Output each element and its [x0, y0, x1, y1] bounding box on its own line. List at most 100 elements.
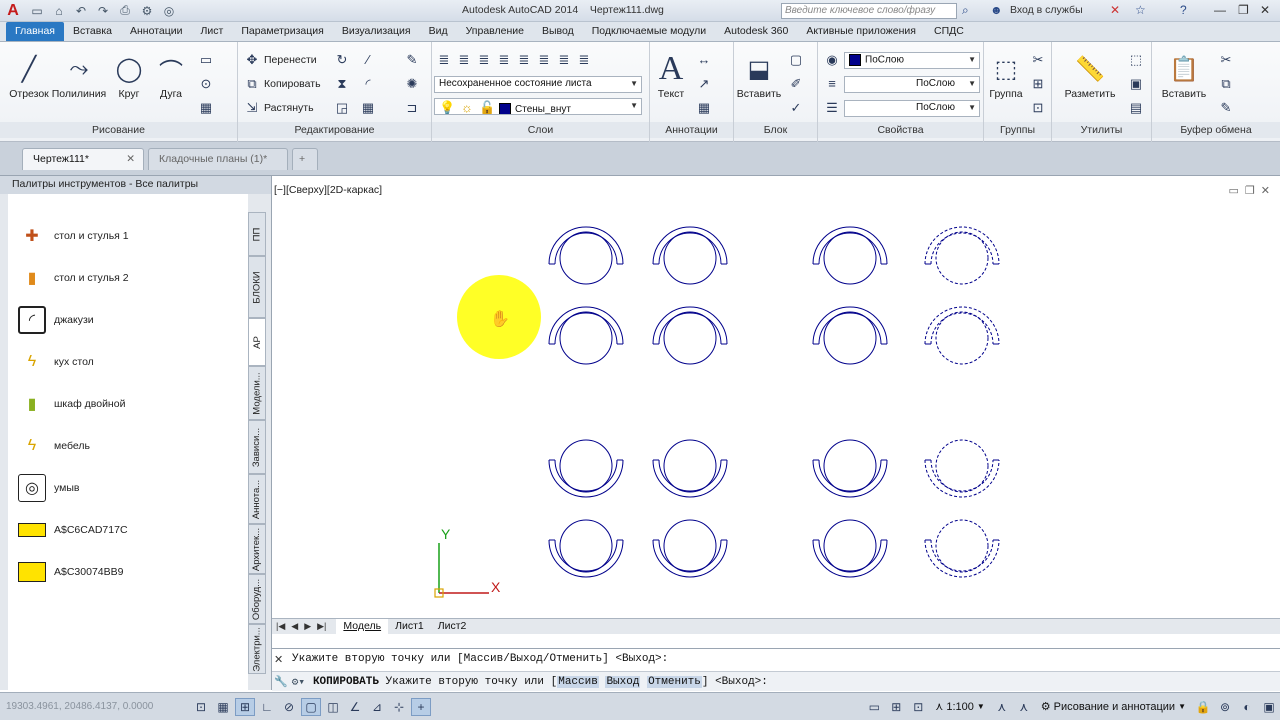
coordinates-readout[interactable]: 19303.4961, 20486.4137, 0.0000 [0, 701, 190, 712]
list-item[interactable]: ◜ джакузи [18, 302, 94, 338]
text-button[interactable]: A Текст [650, 50, 692, 100]
open-icon[interactable]: ⌂ [50, 3, 68, 19]
chair-symbol[interactable] [652, 306, 728, 365]
otrack-icon[interactable]: ∠ [345, 698, 365, 716]
palette-tab[interactable]: Зависи... [248, 420, 266, 474]
drawing-canvas[interactable]: [−][Сверху][2D-каркас] ▭ ❐ ✕ ✋ Y X [272, 176, 1280, 618]
autoscale-icon[interactable]: ⋏ [1014, 698, 1034, 716]
chair-symbol[interactable] [924, 519, 1000, 578]
erase-icon[interactable]: ✎ [404, 52, 424, 68]
command-line[interactable]: 🔧 ⚙▾ КОПИРОВАТЬ Укажите вторую точку или… [272, 671, 1280, 691]
properties-panel-title[interactable]: Свойства [818, 122, 983, 138]
measure-button[interactable]: 📏 Разметить [1058, 50, 1122, 101]
group-edit-icon[interactable]: ⊞ [1030, 76, 1050, 92]
linetype-dropdown[interactable]: ПоСлою [844, 76, 980, 93]
tab-model[interactable]: Модель [336, 619, 389, 634]
tab-sheet2[interactable]: Лист2 [431, 619, 474, 634]
list-item[interactable]: A$C6CAD717C [18, 512, 128, 548]
list-item[interactable]: ✚ стол и стулья 1 [18, 218, 128, 254]
osnap-icon[interactable]: ▢ [301, 697, 321, 716]
tab-plugins[interactable]: Подключаемые модули [583, 22, 715, 41]
layer-dropdown[interactable]: 💡 ☼ 🔓 Стены_внут [434, 98, 642, 115]
hardware-accel-icon[interactable]: ⊚ [1215, 698, 1235, 716]
arc-button[interactable]: ⌒ Дуга [142, 50, 200, 101]
move-button[interactable]: ✥ Перенести [244, 52, 317, 68]
calculator-icon[interactable]: ▤ [1128, 100, 1148, 116]
list-item[interactable]: ◎ умыв [18, 470, 79, 506]
tab-manage[interactable]: Управление [457, 22, 533, 41]
plot-icon[interactable]: ⎙ [116, 3, 134, 19]
palette-tab[interactable]: ПП [248, 212, 266, 256]
close-cmd-icon[interactable]: ✕ [274, 653, 283, 666]
edit-block-icon[interactable]: ✐ [788, 76, 808, 92]
palette-tab[interactable]: Электри... [248, 624, 266, 674]
close-tab-icon[interactable]: ✕ [126, 153, 135, 165]
app-logo-icon[interactable]: A [0, 0, 26, 22]
model-space-icon[interactable]: ▭ [864, 698, 884, 716]
minimize-icon[interactable]: — [1214, 3, 1226, 17]
chair-symbol[interactable] [812, 439, 888, 498]
chair-symbol[interactable] [812, 519, 888, 578]
block-panel-title[interactable]: Блок [734, 122, 817, 138]
new-tab-icon[interactable]: + [292, 148, 318, 170]
lock-icon[interactable]: 🔒 [1193, 698, 1213, 716]
tab-view[interactable]: Вид [420, 22, 457, 41]
edit-attr-icon[interactable]: ✓ [788, 100, 808, 116]
block-insert-button[interactable]: ⬓ Вставить [734, 50, 784, 101]
list-item[interactable]: ϟ кух стол [18, 344, 94, 380]
scale-icon[interactable]: ◲ [334, 100, 354, 116]
close-icon[interactable]: ✕ [1260, 3, 1270, 17]
palette-title[interactable]: Палитры инструментов - Все палитры [0, 176, 271, 194]
quick-select-icon[interactable]: ⬚ [1128, 52, 1148, 68]
signin-link[interactable]: Вход в службы [1010, 4, 1083, 16]
user-icon[interactable]: ☻ [990, 3, 1003, 17]
doc-tab-active[interactable]: Чертеж111* ✕ [22, 148, 144, 170]
draw-panel-title[interactable]: Рисование [0, 122, 237, 138]
new-icon[interactable]: ▭ [28, 3, 46, 19]
tab-annotate[interactable]: Аннотации [121, 22, 192, 41]
layers-panel-title[interactable]: Слои [432, 122, 649, 138]
lwt-icon[interactable]: + [411, 697, 431, 716]
dyn-icon[interactable]: ⊹ [389, 698, 409, 716]
fillet-icon[interactable]: ◜ [360, 76, 380, 92]
match-icon[interactable]: ✎ [1218, 100, 1238, 116]
select-all-icon[interactable]: ▣ [1128, 76, 1148, 92]
nav-last-icon[interactable]: ▶| [317, 621, 326, 632]
chair-symbol[interactable] [548, 226, 624, 285]
tab-render[interactable]: Визуализация [333, 22, 420, 41]
layer-icon[interactable]: ◎ [160, 3, 178, 19]
tab-insert[interactable]: Вставка [64, 22, 121, 41]
palette-tab[interactable]: Аннота... [248, 474, 266, 524]
undo-icon[interactable]: ↶ [72, 3, 90, 19]
group-button[interactable]: ⬚ Группа [984, 50, 1028, 101]
annotation-visibility-icon[interactable]: ⋏ [992, 698, 1012, 716]
grid-icon[interactable]: ▦ [213, 698, 233, 716]
paste-button[interactable]: 📋 Вставить [1156, 50, 1212, 101]
restore-icon[interactable]: ❐ [1238, 3, 1249, 17]
nav-next-icon[interactable]: ▶ [304, 621, 311, 632]
chair-symbol[interactable] [652, 439, 728, 498]
leader-icon[interactable]: ↗ [696, 76, 716, 92]
copy-button[interactable]: ⧉ Копировать [244, 76, 320, 92]
polar-icon[interactable]: ⊘ [279, 698, 299, 716]
match-properties-icon[interactable]: ◉ [824, 52, 844, 68]
palette-tab[interactable]: Оборуд... [248, 574, 266, 624]
exchange-icon[interactable]: ✕ [1110, 3, 1120, 17]
star-icon[interactable]: ☆ [1135, 3, 1146, 17]
palette-tab[interactable]: БЛОКИ [248, 256, 266, 318]
tab-output[interactable]: Вывод [533, 22, 583, 41]
cut-icon[interactable]: ✂ [1218, 52, 1238, 68]
chair-symbol[interactable] [652, 226, 728, 285]
hatch-icon[interactable]: ⊙ [198, 76, 218, 92]
palette-tab[interactable]: АР [248, 318, 266, 366]
rectangle-icon[interactable]: ▭ [198, 52, 218, 68]
dimension-icon[interactable]: ↔ [696, 52, 716, 68]
doc-tab[interactable]: Кладочные планы (1)* [148, 148, 288, 170]
list-item[interactable]: ▮ шкаф двойной [18, 386, 126, 422]
quick-view-drawings-icon[interactable]: ⊡ [908, 698, 928, 716]
tab-sheet[interactable]: Лист [192, 22, 233, 41]
chair-symbol[interactable] [548, 439, 624, 498]
groups-panel-title[interactable]: Группы [984, 122, 1051, 138]
group-select-icon[interactable]: ⊡ [1030, 100, 1050, 116]
chair-symbol[interactable] [548, 306, 624, 365]
